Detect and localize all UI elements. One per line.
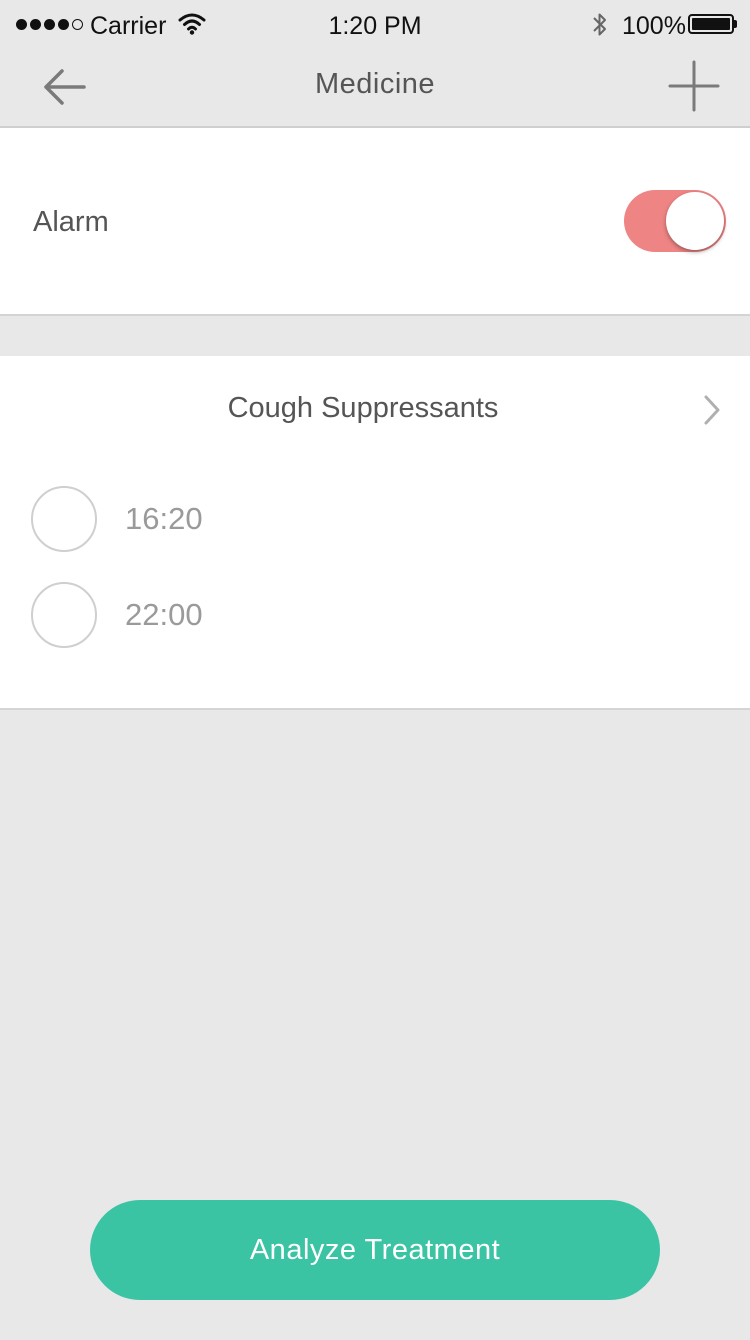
- page-title: Medicine: [314, 68, 436, 100]
- medicine-card: Cough Suppressants 16:20 22:00: [0, 356, 750, 710]
- dose-checkbox[interactable]: [31, 582, 97, 648]
- battery-tip: [734, 20, 737, 28]
- battery-icon: [688, 14, 734, 34]
- battery-percentage: 100%: [622, 12, 686, 40]
- medicine-header[interactable]: Cough Suppressants: [0, 356, 750, 466]
- alarm-section: Alarm: [0, 128, 750, 316]
- dose-time-label: 16:20: [125, 501, 203, 536]
- status-bar: Carrier 1:20 PM 100%: [0, 0, 750, 54]
- alarm-label: Alarm: [33, 206, 109, 238]
- dose-checkbox[interactable]: [31, 486, 97, 552]
- dose-time-label: 22:00: [125, 597, 203, 632]
- alarm-toggle[interactable]: [624, 190, 726, 252]
- medicine-name: Cough Suppressants: [227, 392, 499, 424]
- toggle-knob: [666, 192, 724, 250]
- dose-time-row: 22:00: [0, 570, 750, 660]
- navigation-bar: Medicine: [0, 54, 750, 128]
- plus-icon: [668, 60, 720, 112]
- add-button[interactable]: [666, 58, 722, 114]
- dose-time-row: 16:20: [0, 474, 750, 564]
- chevron-right-icon: [700, 394, 724, 431]
- analyze-treatment-button[interactable]: Analyze Treatment: [90, 1200, 660, 1300]
- bluetooth-icon: [590, 10, 610, 45]
